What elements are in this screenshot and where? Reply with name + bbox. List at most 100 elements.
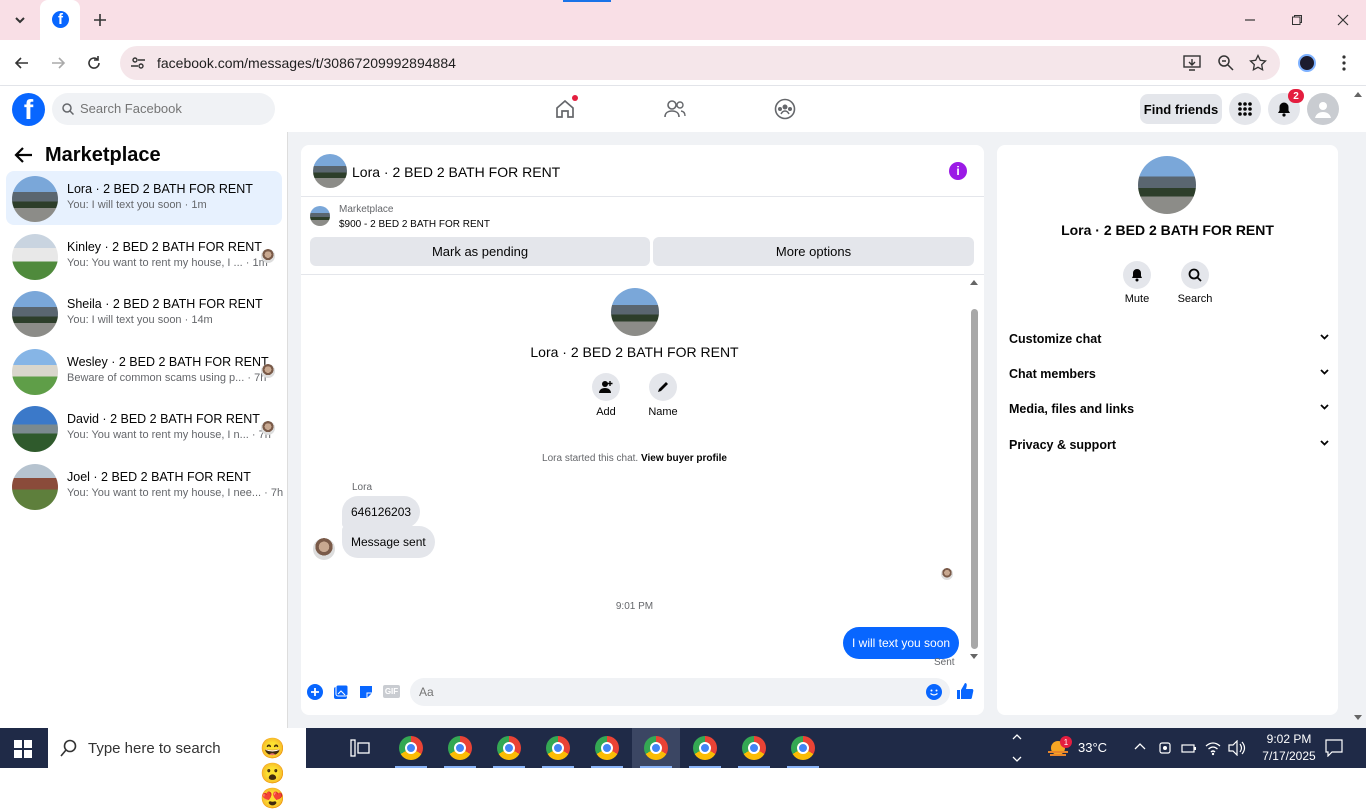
conversation-avatar — [12, 464, 58, 510]
customize-chat-section[interactable]: Customize chat — [1009, 332, 1329, 362]
profile-avatar[interactable] — [611, 288, 659, 336]
name-label: Name — [648, 406, 678, 418]
tab-list-chevron-icon[interactable] — [6, 6, 34, 34]
task-view-icon[interactable] — [336, 728, 384, 768]
chrome-taskbar-icon[interactable] — [632, 728, 680, 768]
sender-avatar[interactable] — [313, 538, 335, 560]
menu-grid-icon[interactable] — [1229, 93, 1261, 125]
clock-date[interactable]: 7/17/2025 — [1258, 749, 1320, 763]
account-avatar[interactable] — [1307, 93, 1339, 125]
site-settings-icon[interactable] — [130, 55, 146, 74]
taskbar-scroll[interactable] — [1008, 728, 1026, 768]
tab-accent — [563, 0, 611, 2]
thumbs-up-icon[interactable] — [956, 682, 974, 703]
conversation-item[interactable]: Joel · 2 BED 2 BATH FOR RENT You: You wa… — [6, 459, 283, 513]
emoji-smile-icon[interactable] — [926, 684, 942, 700]
taskbar-search-text: Type here to search — [88, 739, 221, 757]
show-hidden-icons-chevron-icon[interactable] — [1134, 742, 1146, 750]
close-window-icon[interactable] — [1329, 6, 1357, 34]
sticker-icon[interactable] — [358, 684, 374, 703]
taskbar-search[interactable]: Type here to search 😄😮😍 — [48, 728, 306, 810]
chevron-down-icon[interactable] — [1012, 756, 1022, 762]
zoom-icon[interactable] — [1217, 54, 1235, 75]
forward-arrow-icon[interactable] — [44, 49, 72, 77]
scroll-down-arrow-icon[interactable] — [969, 653, 979, 661]
weather-icon[interactable]: 1 — [1046, 736, 1072, 758]
mute-bell-icon[interactable] — [1123, 261, 1151, 289]
conversation-item[interactable]: Sheila · 2 BED 2 BATH FOR RENT You: I wi… — [6, 286, 282, 340]
incoming-message[interactable]: 646126203 — [342, 496, 421, 528]
chrome-taskbar-icon[interactable] — [485, 728, 533, 768]
outgoing-message[interactable]: I will text you soon — [843, 627, 960, 659]
search-icon[interactable] — [1181, 261, 1209, 289]
chat-members-section[interactable]: Chat members — [1009, 367, 1329, 397]
more-options-button[interactable]: More options — [653, 237, 974, 266]
privacy-support-section[interactable]: Privacy & support — [1009, 438, 1329, 468]
groups-icon[interactable] — [770, 94, 800, 124]
find-friends-button[interactable]: Find friends — [1140, 94, 1222, 124]
info-name: Lora · 2 BED 2 BATH FOR RENT — [1061, 222, 1274, 238]
chat-title[interactable]: Lora · 2 BED 2 BATH FOR RENT — [352, 164, 560, 180]
weather-temperature[interactable]: 33°C — [1078, 740, 1107, 755]
chrome-taskbar-icon[interactable] — [387, 728, 435, 768]
chrome-taskbar-icon[interactable] — [730, 728, 778, 768]
scroll-up-arrow-icon[interactable] — [969, 279, 979, 287]
info-avatar[interactable] — [1138, 156, 1196, 214]
listing-title[interactable]: $900 - 2 BED 2 BATH FOR RENT — [339, 219, 490, 230]
battery-plug-icon[interactable] — [1181, 740, 1197, 756]
clock-time[interactable]: 9:02 PM — [1258, 732, 1320, 746]
facebook-favicon-icon: f — [52, 11, 69, 28]
bookmark-star-icon[interactable] — [1249, 53, 1267, 75]
add-person-icon[interactable] — [592, 373, 620, 401]
facebook-search[interactable] — [52, 93, 275, 125]
conversation-avatar — [12, 176, 58, 222]
home-icon[interactable] — [550, 94, 580, 124]
profile-icon[interactable] — [1298, 54, 1316, 72]
browser-tab-facebook[interactable]: f — [40, 0, 80, 40]
incoming-message[interactable]: Message sent — [342, 526, 435, 558]
minimize-icon[interactable] — [1236, 6, 1264, 34]
more-menu-icon[interactable] — [1330, 49, 1358, 77]
friends-icon[interactable] — [660, 94, 690, 124]
message-input[interactable] — [410, 678, 950, 706]
chrome-taskbar-icon[interactable] — [583, 728, 631, 768]
edit-pencil-icon[interactable] — [649, 373, 677, 401]
facebook-logo-icon[interactable]: f — [12, 93, 45, 126]
restore-icon[interactable] — [1283, 6, 1311, 34]
chrome-taskbar-icon[interactable] — [779, 728, 827, 768]
view-buyer-profile-link[interactable]: View buyer profile — [641, 453, 727, 464]
reload-icon[interactable] — [80, 49, 108, 77]
back-arrow-icon[interactable] — [8, 49, 36, 77]
conversation-item[interactable]: Lora · 2 BED 2 BATH FOR RENT You: I will… — [6, 171, 282, 225]
scrollbar[interactable] — [969, 279, 979, 663]
notification-center-icon[interactable] — [1325, 739, 1343, 757]
media-files-links-section[interactable]: Media, files and links — [1009, 402, 1329, 432]
plus-circle-icon[interactable] — [307, 684, 323, 700]
conversation-item[interactable]: David · 2 BED 2 BATH FOR RENT You: You w… — [6, 401, 282, 455]
chrome-taskbar-icon[interactable] — [436, 728, 484, 768]
conversation-item[interactable]: Wesley · 2 BED 2 BATH FOR RENT Beware of… — [6, 344, 282, 398]
info-icon[interactable]: i — [949, 162, 967, 180]
scrollbar-thumb[interactable] — [971, 309, 978, 649]
page-scroll-up-icon[interactable] — [1353, 91, 1363, 99]
volume-icon[interactable] — [1228, 740, 1246, 756]
search-input[interactable] — [80, 101, 260, 116]
page-scroll-down-icon[interactable] — [1353, 714, 1363, 722]
chrome-taskbar-icon[interactable] — [534, 728, 582, 768]
gif-icon[interactable]: GIF — [383, 685, 400, 698]
browser-tab-bar: f — [0, 0, 1366, 40]
address-bar[interactable]: facebook.com/messages/t/3086720999289488… — [120, 46, 1280, 80]
conversation-item[interactable]: Kinley · 2 BED 2 BATH FOR RENT You: You … — [6, 229, 282, 283]
mark-as-pending-button[interactable]: Mark as pending — [310, 237, 650, 266]
chat-avatar[interactable] — [313, 154, 347, 188]
back-arrow-icon[interactable] — [14, 146, 34, 167]
new-tab-plus-icon[interactable] — [86, 6, 114, 34]
chevron-up-icon[interactable] — [1012, 734, 1022, 740]
install-app-icon[interactable] — [1183, 54, 1201, 75]
wifi-icon[interactable] — [1205, 740, 1221, 756]
listing-thumbnail[interactable] — [310, 206, 330, 226]
meet-now-icon[interactable] — [1158, 740, 1172, 756]
photo-icon[interactable] — [333, 684, 349, 703]
chrome-taskbar-icon[interactable] — [681, 728, 729, 768]
windows-start-icon[interactable] — [14, 740, 32, 761]
